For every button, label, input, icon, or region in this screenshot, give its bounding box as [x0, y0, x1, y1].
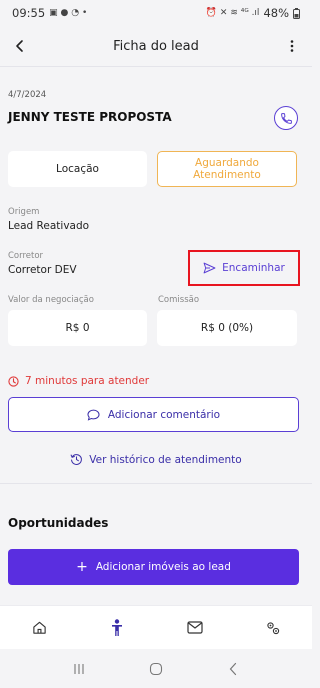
lead-type: Locação — [56, 163, 99, 175]
send-icon — [203, 262, 216, 274]
negotiation-value: R$ 0 — [65, 322, 90, 334]
status-bar-left: 09:55 ▣ ● ◔ • — [12, 6, 87, 20]
clock-icon — [8, 375, 19, 387]
lead-date: 4/7/2024 — [8, 90, 47, 100]
forward-button[interactable]: Encaminhar — [188, 250, 300, 286]
opportunities-title: Oportunidades — [8, 516, 109, 530]
bottom-nav — [0, 605, 312, 649]
page-title: Ficha do lead — [113, 38, 199, 54]
lead-name: JENNY TESTE PROPOSTA — [8, 110, 172, 124]
notification-icons: ▣ ● ◔ • — [49, 8, 88, 18]
origin-label: Origem — [8, 207, 40, 217]
lead-type-card: Locação — [8, 151, 147, 187]
system-status-icons: ⏰ ✕ ≋ ⁴ᴳ .ıl — [205, 8, 260, 18]
chat-bubble-icon — [87, 409, 100, 421]
battery-level: 48% — [263, 6, 289, 20]
add-comment-button[interactable]: Adicionar comentário — [8, 397, 299, 432]
person-icon[interactable] — [97, 610, 137, 646]
commission-value: R$ 0 (0%) — [200, 322, 254, 334]
broker-value: Corretor DEV — [8, 264, 77, 276]
recent-apps-icon[interactable] — [64, 654, 94, 684]
system-nav-bar — [0, 649, 312, 688]
status-time: 09:55 — [12, 6, 46, 20]
phone-icon[interactable] — [274, 106, 298, 130]
add-comment-label: Adicionar comentário — [107, 408, 221, 421]
back-arrow-icon[interactable] — [8, 34, 32, 58]
battery-icon — [293, 7, 300, 19]
lead-status: Aguardando Atendimento — [193, 157, 261, 181]
add-properties-button[interactable]: + Adicionar imóveis ao lead — [8, 549, 299, 585]
settings-icon[interactable] — [253, 610, 293, 646]
view-history-label: Ver histórico de atendimento — [89, 453, 242, 466]
home-icon[interactable] — [19, 610, 59, 646]
origin-value: Lead Reativado — [8, 220, 90, 232]
add-properties-label: Adicionar imóveis ao lead — [95, 561, 231, 573]
plus-icon: + — [76, 559, 88, 575]
alert-text: 7 minutos para atender — [25, 375, 150, 387]
commission-value-card: R$ 0 (0%) — [157, 310, 297, 346]
status-bar-right: ⏰ ✕ ≋ ⁴ᴳ .ıl 48% — [206, 6, 300, 20]
negotiation-label: Valor da negociação — [8, 295, 94, 305]
system-back-icon[interactable] — [218, 654, 248, 684]
status-bar: 09:55 ▣ ● ◔ • ⏰ ✕ ≋ ⁴ᴳ .ıl 48% — [0, 0, 312, 26]
broker-label: Corretor — [8, 251, 44, 261]
history-icon — [70, 454, 83, 465]
commission-label: Comissão — [158, 295, 200, 305]
section-divider — [0, 483, 312, 484]
view-history-link[interactable]: Ver histórico de atendimento — [0, 453, 312, 466]
home-button-icon[interactable] — [141, 654, 171, 684]
response-time-alert: 7 minutos para atender — [8, 375, 149, 387]
header-divider — [0, 66, 312, 67]
app-header: Ficha do lead — [0, 26, 312, 66]
lead-status-card: Aguardando Atendimento — [157, 151, 297, 187]
mail-icon[interactable] — [175, 610, 215, 646]
forward-label: Encaminhar — [222, 262, 285, 274]
more-vert-icon[interactable] — [280, 34, 304, 58]
negotiation-value-card: R$ 0 — [8, 310, 147, 346]
